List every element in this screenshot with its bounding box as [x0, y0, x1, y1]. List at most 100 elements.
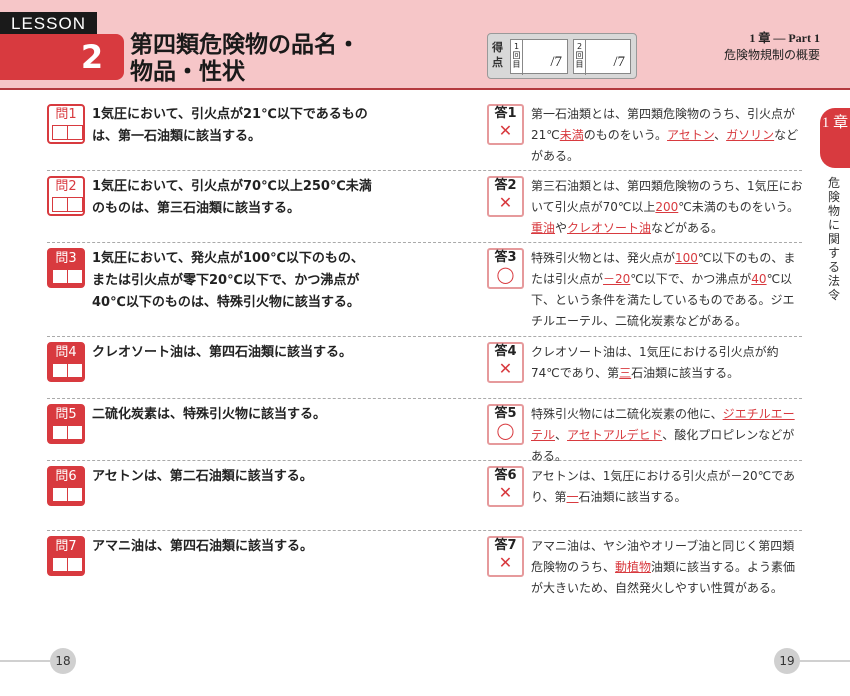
qa-row: 問3 1気圧において、発火点が100℃以下のもの、または引火点が零下20℃以下で、…	[47, 242, 802, 337]
answer-keyword: アセトアルデヒド	[567, 428, 663, 442]
check-box[interactable]	[67, 487, 83, 502]
qa-row: 問5 二硫化炭素は、特殊引火物に該当する。 答5 ◯ 特殊引火物には二硫化炭素の他に、ジ…	[47, 398, 802, 463]
answer-text: 第三石油類とは、第四類危険物のうち、1気圧において引火点が70℃以上200℃未満…	[531, 176, 806, 239]
answer-keyword: 未満	[559, 128, 584, 142]
answer-text-part: ℃以下で、かつ沸点が	[630, 272, 752, 286]
lesson-tag: LESSON	[0, 12, 97, 36]
footer-line-left	[0, 660, 50, 662]
footer-line-right	[800, 660, 850, 662]
answer-mark-icon: ◯	[496, 421, 515, 440]
answer-mark-icon: ✕	[498, 553, 513, 572]
check-box[interactable]	[67, 197, 83, 212]
question-badge: 問5	[47, 404, 85, 444]
check-box[interactable]	[52, 487, 68, 502]
score-second-label: 2回目	[574, 40, 586, 75]
answer-badge: 答5 ◯	[487, 404, 524, 445]
score-first-total: /7	[550, 54, 562, 70]
question-badge: 問3	[47, 248, 85, 288]
title-line-1: 第四類危険物の品名・	[130, 32, 360, 58]
question-text: 1気圧において、引火点が70℃以上250℃未満のものは、第三石油類に該当する。	[92, 179, 372, 216]
qa-row: 問7 アマニ油は、第四石油類に該当する。 答7 ✕ アマニ油は、ヤシ油やオリーブ油と同じ…	[47, 530, 802, 600]
question-text: クレオソート油は、第四石油類に該当する。	[92, 345, 353, 360]
answer-label: 答5	[494, 406, 517, 421]
check-box[interactable]	[67, 269, 83, 284]
answer-mark-icon: ✕	[498, 121, 513, 140]
answer-label: 答3	[494, 250, 517, 265]
question-label: 問4	[55, 345, 77, 360]
answer-text-part: 、	[714, 128, 727, 142]
answer-badge: 答6 ✕	[487, 466, 524, 507]
question-badge: 問1	[47, 104, 85, 144]
answer-label: 答7	[494, 538, 517, 553]
answer-keyword: 重油	[531, 221, 556, 235]
answer-text: アセトンは、1気圧における引火点が－20℃であり、第一石油類に該当する。	[531, 466, 806, 508]
qa-row: 問2 1気圧において、引火点が70℃以上250℃未満のものは、第三石油類に該当する…	[47, 170, 803, 243]
check-box[interactable]	[52, 557, 68, 572]
check-box[interactable]	[52, 197, 68, 212]
answer-text-part: や	[555, 221, 568, 235]
answer-text: アマニ油は、ヤシ油やオリーブ油と同じく第四類危険物のうち、動植物油類に該当する。…	[531, 536, 806, 599]
question-text: 二硫化炭素は、特殊引火物に該当する。	[92, 407, 327, 422]
answer-badge: 答4 ✕	[487, 342, 524, 383]
page-header: LESSON 2 第四類危険物の品名・ 物品・性状 得点 1回目 /7 2回目 …	[0, 0, 850, 90]
lesson-number: 2	[60, 34, 124, 80]
answer-keyword: 40	[751, 272, 767, 286]
question-badge: 問6	[47, 466, 85, 506]
answer-keyword: アセトン	[667, 128, 715, 142]
chapter-part: 1 章 — Part 1	[749, 31, 820, 45]
question-badge: 問4	[47, 342, 85, 382]
qa-row: 問1 1気圧において、引火点が21℃以下であるものは、第一石油類に該当する。 答1 ✕…	[47, 98, 802, 171]
question-label: 問7	[55, 539, 77, 554]
qa-row: 問6 アセトンは、第二石油類に該当する。 答6 ✕ アセトンは、1気圧における引火点が－…	[47, 460, 802, 531]
answer-badge: 答1 ✕	[487, 104, 524, 145]
chapter-side-tab: 1 章	[820, 108, 850, 168]
question-text: アセトンは、第二石油類に該当する。	[92, 469, 313, 484]
answer-badge: 答7 ✕	[487, 536, 524, 577]
answer-label: 答2	[494, 178, 517, 193]
answer-text: 特殊引火物とは、発火点が100℃以下のもの、または引火点が－20℃以下で、かつ沸…	[531, 248, 806, 332]
chapter-side-title: 危険物に関する法令	[827, 176, 840, 302]
score-box: 得点 1回目 /7 2回目 /7	[487, 33, 637, 79]
answer-mark-icon: ✕	[498, 193, 513, 212]
answer-text-part: 特殊引火物とは、発火点が	[531, 251, 676, 265]
question-label: 問1	[55, 107, 77, 122]
check-box[interactable]	[67, 125, 83, 140]
question-label: 問5	[55, 407, 77, 422]
score-first-attempt: 1回目 /7	[510, 39, 568, 75]
score-first-label: 1回目	[511, 40, 523, 75]
answer-keyword: クレオソート油	[567, 221, 652, 235]
question-label: 問2	[55, 179, 77, 194]
answer-label: 答1	[494, 106, 517, 121]
chapter-subtitle: 危険物規制の概要	[723, 48, 820, 62]
answer-keyword: －20	[603, 272, 631, 286]
check-box[interactable]	[67, 363, 83, 378]
answer-text-part: 石油類に該当する。	[631, 366, 740, 380]
check-box[interactable]	[52, 425, 68, 440]
answer-text: 特殊引火物には二硫化炭素の他に、ジエチルエーテル、アセトアルデヒド、酸化プロピレ…	[531, 404, 806, 467]
score-label: 得点	[492, 41, 503, 69]
check-box[interactable]	[52, 125, 68, 140]
page-number-right: 19	[774, 648, 800, 674]
question-text: アマニ油は、第四石油類に該当する。	[92, 539, 314, 554]
answer-mark-icon: ✕	[498, 483, 513, 502]
check-box[interactable]	[67, 557, 83, 572]
score-second-attempt: 2回目 /7	[573, 39, 631, 75]
check-box[interactable]	[52, 269, 68, 284]
answer-badge: 答3 ◯	[487, 248, 524, 289]
answer-keyword: 一	[566, 490, 579, 504]
answer-text: クレオソート油は、1気圧における引火点が約74℃であり、第三石油類に該当する。	[531, 342, 806, 384]
answer-keyword: 200	[655, 200, 679, 214]
qa-row: 問4 クレオソート油は、第四石油類に該当する。 答4 ✕ クレオソート油は、1気圧におけ…	[47, 336, 802, 399]
score-second-total: /7	[613, 54, 625, 70]
answer-label: 答4	[494, 344, 517, 359]
answer-keyword: ガソリン	[726, 128, 775, 142]
question-badge: 問7	[47, 536, 85, 576]
check-box[interactable]	[67, 425, 83, 440]
answer-text-part: 石油類に該当する。	[578, 490, 687, 504]
answer-text-part: 、	[555, 428, 568, 442]
check-box[interactable]	[52, 363, 68, 378]
answer-text: 第一石油類とは、第四類危険物のうち、引火点が21℃未満のものをいう。アセトン、ガ…	[531, 104, 806, 167]
answer-keyword: 100	[675, 251, 698, 265]
answer-text-part: などがある。	[651, 221, 724, 235]
question-label: 問6	[55, 469, 77, 484]
